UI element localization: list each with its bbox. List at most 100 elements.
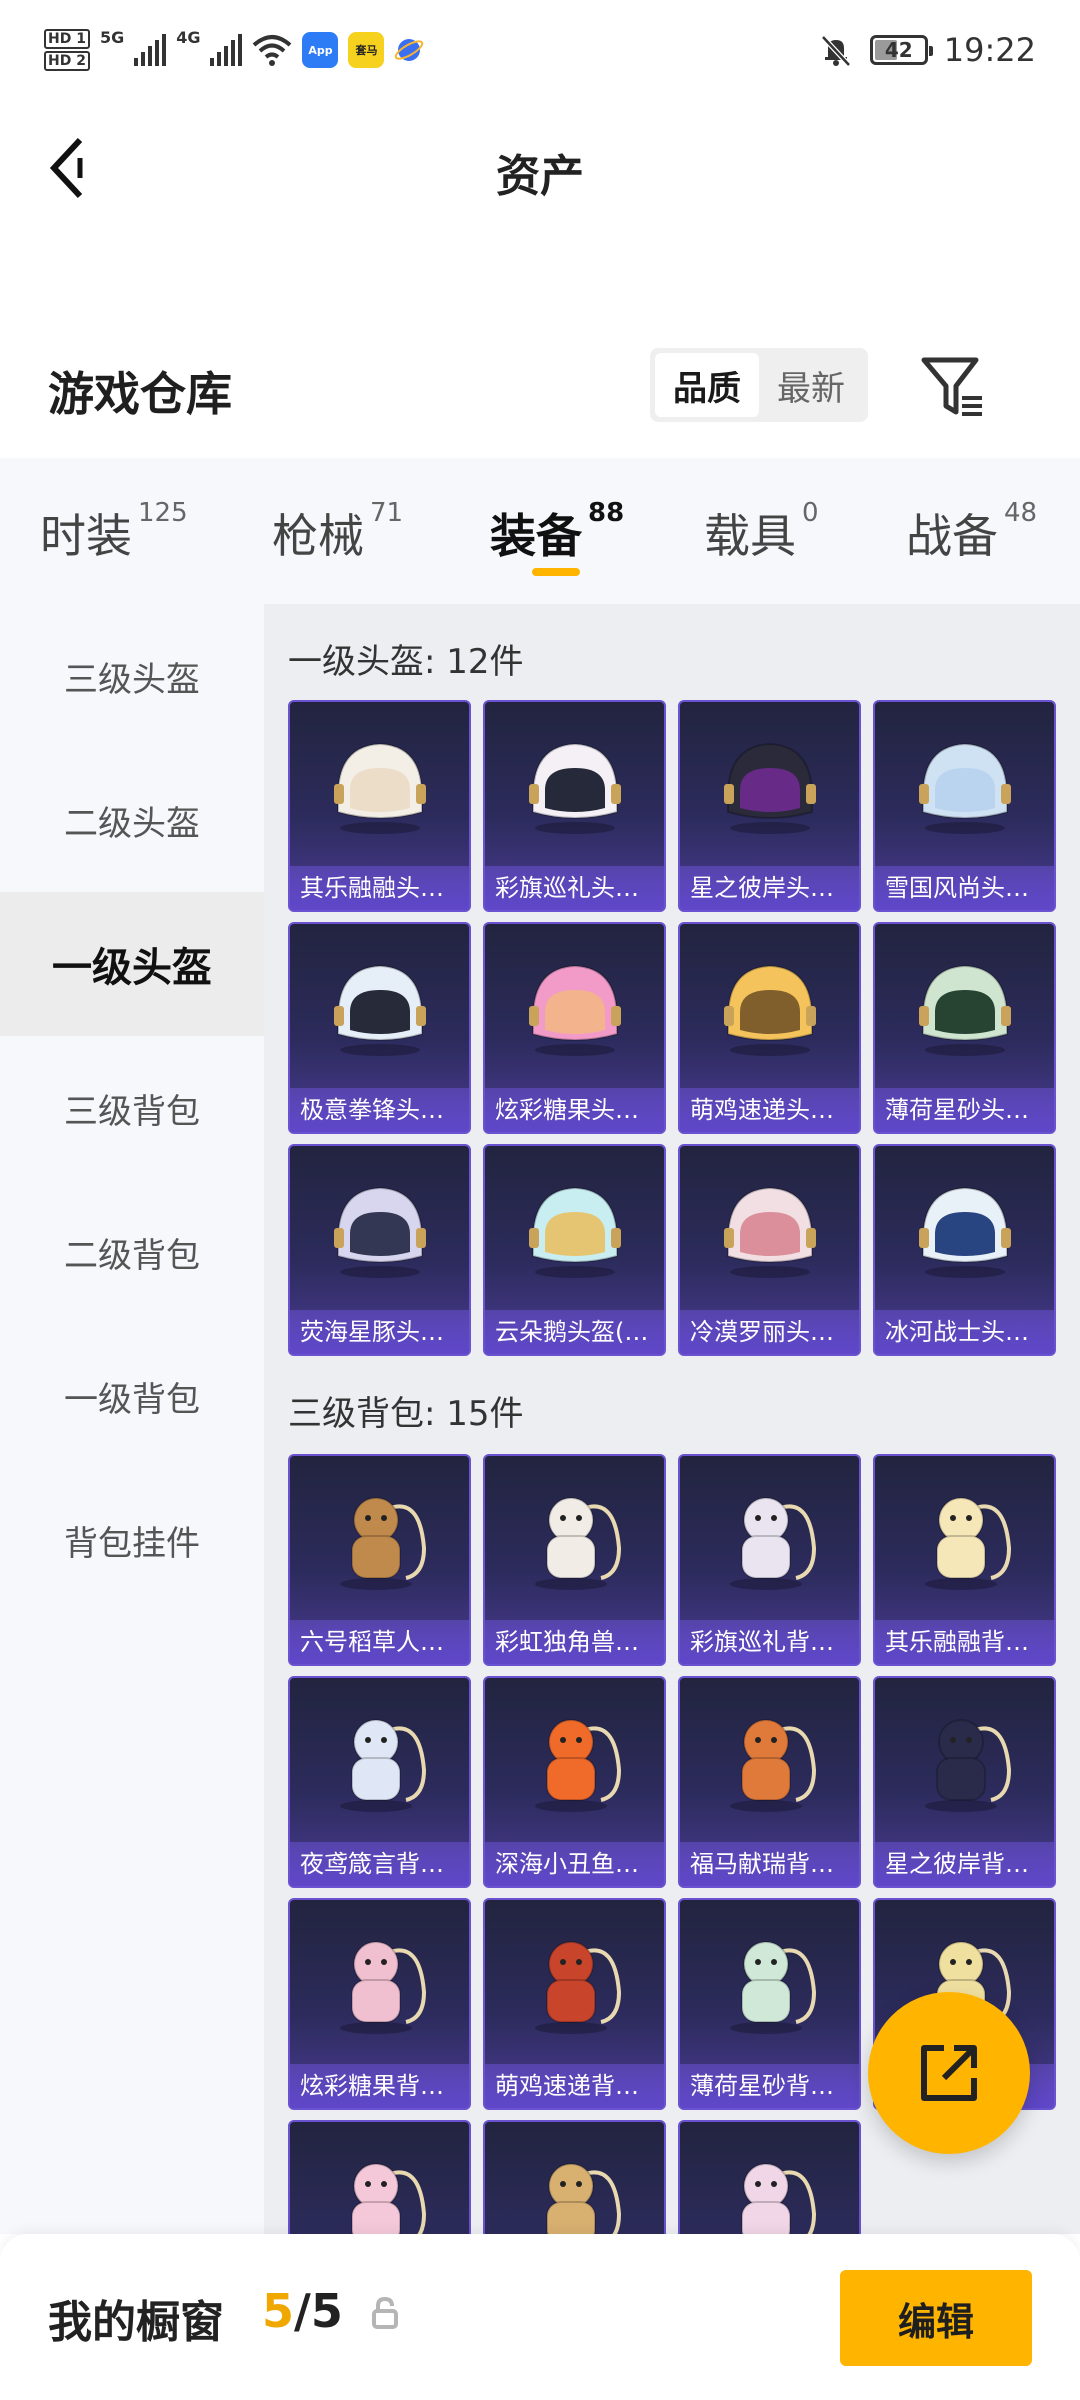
page-title: 资产 xyxy=(496,151,584,202)
filter-icon xyxy=(921,357,982,416)
item-name: 星之彼岸背包... xyxy=(875,1842,1054,1886)
helmet-card[interactable]: 彩旗巡礼头盔... xyxy=(483,700,666,912)
helmet-image xyxy=(290,1146,469,1310)
item-name: 冰河战士头盔... xyxy=(875,1310,1054,1354)
sidebar-item-backpack-charm[interactable]: 背包挂件 xyxy=(0,1468,264,1612)
tab-fashion[interactable]: 时装 125 xyxy=(40,498,188,566)
backpack-image xyxy=(290,1456,469,1620)
item-name: 薄荷星砂背包... xyxy=(680,2064,859,2108)
backpack-card[interactable]: 彩旗巡礼背包... xyxy=(678,1454,861,1666)
helmet-card[interactable]: 萌鸡速递头盔... xyxy=(678,922,861,1134)
tab-label: 载具 xyxy=(704,509,796,563)
item-name: 彩虹独角兽背... xyxy=(485,1620,664,1664)
tab-vehicles[interactable]: 载具 0 xyxy=(704,498,819,566)
showcase-label: 我的橱窗 xyxy=(48,2297,224,2348)
sidebar-item-level2-backpack[interactable]: 二级背包 xyxy=(0,1180,264,1324)
status-bar: HD 1 HD 2 5G 4G App 套马 42 19:22 xyxy=(0,0,1080,100)
app2-icon: 套马 xyxy=(348,32,385,68)
edit-button[interactable]: 编辑 xyxy=(840,2270,1032,2366)
helmet-card[interactable]: 其乐融融头盔... xyxy=(288,700,471,912)
helmet-image xyxy=(680,924,859,1088)
net2-label: 4G xyxy=(176,28,201,47)
item-name: 深海小丑鱼背... xyxy=(485,1842,664,1886)
backpack-card[interactable]: 六号稻草人背... xyxy=(288,1454,471,1666)
showcase-current: 5 xyxy=(262,2284,295,2338)
helmet-image xyxy=(485,1146,664,1310)
item-name: 夜鸢箴言背包... xyxy=(290,1842,469,1886)
backpack-card[interactable]: 深海小丑鱼背... xyxy=(483,1676,666,1888)
wifi-icon xyxy=(253,35,292,66)
item-name: 其乐融融头盔... xyxy=(290,866,469,910)
showcase-total: 5 xyxy=(310,2284,343,2338)
backpack-card[interactable]: 夜鸢箴言背包... xyxy=(288,1676,471,1888)
helmet-image xyxy=(290,924,469,1088)
tab-label: 枪械 xyxy=(272,509,364,563)
backpack-card[interactable]: 彩虹独角兽背... xyxy=(483,1454,666,1666)
backpack-card[interactable]: 福马献瑞背包... xyxy=(678,1676,861,1888)
item-name: 福马献瑞背包... xyxy=(680,1842,859,1886)
helmet-card[interactable]: 云朵鹅头盔(1... xyxy=(483,1144,666,1356)
mute-bell-icon xyxy=(820,35,851,67)
sort-quality-option[interactable]: 品质 xyxy=(655,353,759,417)
helmet-card[interactable]: 极意拳锋头盔... xyxy=(288,922,471,1134)
status-right: 42 19:22 xyxy=(818,26,1036,74)
signal2-icon xyxy=(210,34,243,66)
helmet-image xyxy=(680,1146,859,1310)
helmet-card[interactable]: 炫彩糖果头盔... xyxy=(483,922,666,1134)
sort-latest-option[interactable]: 最新 xyxy=(759,353,863,417)
sidebar-item-level1-helmet[interactable]: 一级头盔 xyxy=(0,892,264,1036)
tab-firearms[interactable]: 枪械 71 xyxy=(272,498,403,566)
helmet-card[interactable]: 荧海星豚头盔... xyxy=(288,1144,471,1356)
battery-level: 42 xyxy=(884,38,913,62)
status-left: HD 1 HD 2 5G 4G App 套马 xyxy=(44,26,424,74)
backpack-card[interactable] xyxy=(483,2120,666,2234)
backpack-card[interactable] xyxy=(678,2120,861,2234)
filter-button[interactable] xyxy=(918,352,988,422)
section-title-helmets: 一级头盔: 12件 xyxy=(288,642,524,682)
bottom-bar: 我的橱窗 5/5 编辑 xyxy=(0,2234,1080,2400)
helmet-card[interactable]: 冷漠罗丽头盔... xyxy=(678,1144,861,1356)
backpack-image xyxy=(680,1456,859,1620)
backpack-card[interactable]: 萌鸡速递背包... xyxy=(483,1898,666,2110)
helmet-card[interactable]: 星之彼岸头盔... xyxy=(678,700,861,912)
sidebar-item-level1-backpack[interactable]: 一级背包 xyxy=(0,1324,264,1468)
backpack-card[interactable]: 其乐融融背包... xyxy=(873,1454,1056,1666)
backpack-card[interactable]: 薄荷星砂背包... xyxy=(678,1898,861,2110)
sidebar-item-level3-helmet[interactable]: 三级头盔 xyxy=(0,604,264,748)
backpack-card[interactable]: 炫彩糖果背包... xyxy=(288,1898,471,2110)
tab-label: 时装 xyxy=(40,509,132,563)
backpack-image xyxy=(485,2122,664,2234)
backpack-card[interactable] xyxy=(288,2120,471,2234)
helmet-image xyxy=(485,924,664,1088)
sidebar-item-level3-backpack[interactable]: 三级背包 xyxy=(0,1036,264,1180)
helmet-card[interactable]: 雪国风尚头盔... xyxy=(873,700,1056,912)
helmet-card[interactable]: 冰河战士头盔... xyxy=(873,1144,1056,1356)
battery-icon: 42 xyxy=(869,35,933,65)
sidebar: 三级头盔 二级头盔 一级头盔 三级背包 二级背包 一级背包 背包挂件 xyxy=(0,604,264,2234)
backpack-image xyxy=(290,2122,469,2234)
item-name: 炫彩糖果头盔... xyxy=(485,1088,664,1132)
tab-equipment[interactable]: 装备 88 xyxy=(490,498,624,566)
tab-count: 48 xyxy=(1004,498,1038,528)
tab-supplies[interactable]: 战备 48 xyxy=(906,498,1038,566)
net1-label: 5G xyxy=(99,28,125,47)
share-button[interactable] xyxy=(868,1992,1030,2154)
showcase-separator: / xyxy=(294,2284,311,2338)
helmet-image xyxy=(290,702,469,866)
app1-icon: App xyxy=(302,32,339,68)
helmet-image xyxy=(485,702,664,866)
backpack-image xyxy=(680,2122,859,2234)
clock: 19:22 xyxy=(943,31,1036,69)
hd1-badge: HD 1 xyxy=(44,29,90,49)
helmet-image xyxy=(875,1146,1054,1310)
backpack-image xyxy=(485,1900,664,2064)
active-tab-indicator xyxy=(532,568,580,576)
item-name: 云朵鹅头盔(1... xyxy=(485,1310,664,1354)
item-name: 其乐融融背包... xyxy=(875,1620,1054,1664)
top-bar: 资产 xyxy=(0,100,1080,240)
backpack-card[interactable]: 星之彼岸背包... xyxy=(873,1676,1056,1888)
sidebar-item-level2-helmet[interactable]: 二级头盔 xyxy=(0,748,264,892)
hd2-badge: HD 2 xyxy=(44,51,90,71)
item-name: 六号稻草人背... xyxy=(290,1620,469,1664)
helmet-card[interactable]: 薄荷星砂头盔... xyxy=(873,922,1056,1134)
